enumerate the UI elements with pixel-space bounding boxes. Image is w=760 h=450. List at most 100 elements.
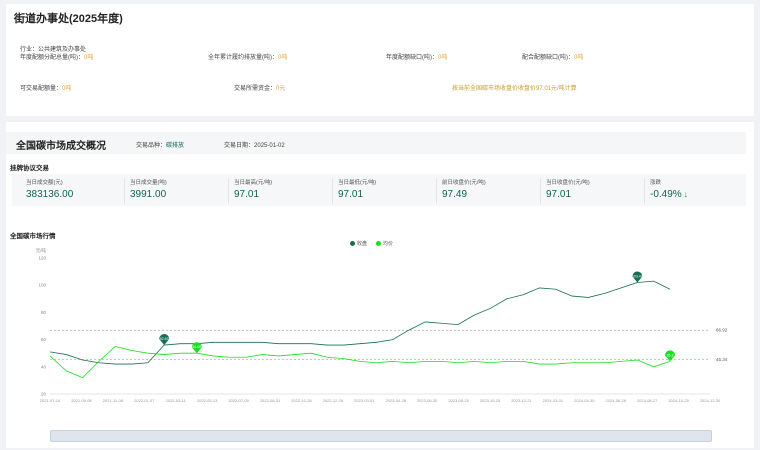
- alloc-value: 0吨: [84, 55, 94, 61]
- x-tick-label: 2023-10-25: [480, 398, 501, 403]
- stat-label: 当日成交额(元): [26, 180, 63, 186]
- date-value[interactable]: 2025-01-02: [254, 143, 285, 149]
- bought-info: 配合配额缺口(吨)：0吨: [522, 52, 583, 61]
- trade-cost-info: 交易所需资金：0元: [234, 83, 285, 92]
- price-marker-label: 35.3: [667, 353, 674, 357]
- stat-divider: [436, 178, 437, 204]
- stat-divider: [124, 178, 125, 204]
- x-tick-label: 2022-12-26: [323, 398, 344, 403]
- stat-close: 当日收盘价(元/吨) 97.01: [540, 178, 590, 204]
- stat-value: 97.01: [338, 189, 364, 200]
- stat-label: 当日最低(元/吨): [338, 180, 377, 186]
- stat-label: 当日成交量(吨): [130, 180, 167, 186]
- year-gap-label: 年度配额缺口(吨)：: [386, 55, 438, 61]
- date-label: 交易日期：: [224, 143, 255, 149]
- stat-change: 涨跌 -0.49% ↓: [644, 178, 688, 204]
- annual-emission-info: 全年累计履约排放量(吨)：0吨: [208, 52, 287, 61]
- y-tick-label: 40: [41, 364, 47, 369]
- x-tick-label: 2024-06-28: [605, 398, 626, 403]
- reference-line-label: 66.92: [716, 328, 728, 333]
- series-line: [49, 280, 671, 365]
- x-tick-label: 2022-07-05: [228, 398, 249, 403]
- y-tick-label: 60: [41, 337, 47, 342]
- market-title: 全国碳市场成交概况: [16, 141, 106, 152]
- x-tick-label: 2024-04-30: [574, 398, 595, 403]
- x-tick-label: 2021-07-16: [40, 398, 61, 403]
- price-marker-label: 61.60: [192, 345, 201, 349]
- stat-divider: [540, 178, 541, 204]
- annual-emission-label: 全年累计履约排放量(吨)：: [208, 55, 278, 61]
- x-tick-label: 2024-12-30: [700, 398, 721, 403]
- y-tick-label: 100: [38, 283, 46, 288]
- stat-volume: 当日成交量(吨) 3991.00: [124, 178, 167, 204]
- stat-value: 97.01: [546, 189, 572, 200]
- bought-value: 0吨: [574, 55, 584, 61]
- remain-value: 0吨: [62, 86, 72, 92]
- x-tick-label: 2022-03-11: [166, 398, 187, 403]
- year-gap-value: 0吨: [438, 55, 448, 61]
- x-tick-label: 2023-03-01: [354, 398, 375, 403]
- alloc-info: 年度配额分配总量(吨)：0吨: [20, 52, 93, 61]
- price-chart[interactable]: 元/吨 20 40 60 80 100 120 2021-07-16 2021-09-08 202…: [6, 244, 754, 430]
- x-tick-label: 2024-08-27: [637, 398, 658, 403]
- stat-divider: [332, 178, 333, 204]
- y-tick-label: 120: [38, 256, 46, 261]
- stat-value: -0.49% ↓: [650, 189, 688, 200]
- y-tick-label: 20: [41, 392, 47, 397]
- reference-line-label: 45.34: [716, 357, 728, 362]
- x-tick-label: 2021-09-08: [71, 398, 92, 403]
- change-value: -0.49%: [650, 189, 682, 200]
- annual-emission-value: 0吨: [278, 55, 288, 61]
- stat-label: 前日收盘价(元/吨): [442, 180, 486, 186]
- stat-value: 383136.00: [26, 189, 74, 200]
- stat-label: 当日最高(元/吨): [234, 180, 273, 186]
- x-tick-label: 2021-11-08: [103, 398, 124, 403]
- stat-turnover: 当日成交额(元) 383136.00: [26, 178, 73, 200]
- alloc-label: 年度配额分配总量(吨)：: [20, 55, 84, 61]
- stat-prev-close: 前日收盘价(元/吨) 97.49: [436, 178, 486, 204]
- x-tick-label: 2022-01-07: [134, 398, 155, 403]
- product-label: 交易品种：: [136, 143, 167, 149]
- date-info: 交易日期：2025-01-02: [224, 140, 285, 149]
- price-note: 按当前全国碳市场收盘价收盘价97.01元/吨计算: [452, 86, 577, 92]
- price-marker-label: 103.49: [632, 274, 643, 278]
- stat-label: 当日收盘价(元/吨): [546, 180, 590, 186]
- price-marker-label: 52.83: [160, 337, 169, 341]
- x-tick-label: 2023-06-30: [417, 398, 438, 403]
- stat-high: 当日最高(元/吨) 97.01: [228, 178, 273, 204]
- stat-label: 涨跌: [650, 180, 662, 186]
- chart-zoom-slider[interactable]: [50, 430, 712, 442]
- series-line: [49, 345, 671, 379]
- bought-label: 配合配额缺口(吨)：: [522, 55, 574, 61]
- stat-divider: [644, 178, 645, 204]
- x-tick-label: 2024-03-01: [543, 398, 564, 403]
- x-tick-label: 2022-10-28: [291, 398, 312, 403]
- listing-title: 挂牌协议交易: [10, 165, 49, 172]
- remain-label: 可交易配额量：: [20, 86, 63, 92]
- stat-low: 当日最低(元/吨) 97.01: [332, 178, 377, 204]
- x-tick-label: 2022-08-31: [260, 398, 281, 403]
- y-axis-label: 元/吨: [36, 247, 47, 254]
- y-tick-label: 80: [41, 310, 47, 315]
- x-tick-label: 2022-05-13: [197, 398, 218, 403]
- stat-value: 97.01: [234, 189, 260, 200]
- arrow-down-icon: ↓: [683, 190, 688, 199]
- year-gap-info: 年度配额缺口(吨)：0吨: [386, 52, 447, 61]
- company-card: 街道办事处(2025年度) 行业：公共建筑及办事处 年度配额分配总量(吨)：0吨…: [6, 4, 754, 116]
- stats-bar: 当日成交额(元) 383136.00 当日成交量(吨) 3991.00 当日最高(元…: [12, 174, 746, 206]
- product-info: 交易品种：碳排放: [136, 140, 184, 149]
- x-tick-label: 2023-12-21: [511, 398, 532, 403]
- market-header: 全国碳市场成交概况 交易品种：碳排放 交易日期：2025-01-02: [6, 132, 746, 154]
- chart-title: 全国碳市场行情: [10, 233, 56, 240]
- stat-divider: [228, 178, 229, 204]
- x-tick-label: 2023-08-25: [448, 398, 469, 403]
- x-tick-label: 2024-10-25: [668, 398, 689, 403]
- product-value[interactable]: 碳排放: [166, 143, 184, 149]
- stat-value: 97.49: [442, 189, 468, 200]
- page-title: 街道办事处(2025年度): [14, 13, 123, 25]
- remain-info: 可交易配额量：0吨: [20, 83, 71, 92]
- market-card: 全国碳市场成交概况 交易品种：碳排放 交易日期：2025-01-02 挂牌协议交…: [6, 122, 754, 448]
- trade-cost-label: 交易所需资金：: [234, 86, 277, 92]
- trade-cost-value: 0元: [276, 86, 286, 92]
- x-tick-label: 2023-04-28: [385, 398, 406, 403]
